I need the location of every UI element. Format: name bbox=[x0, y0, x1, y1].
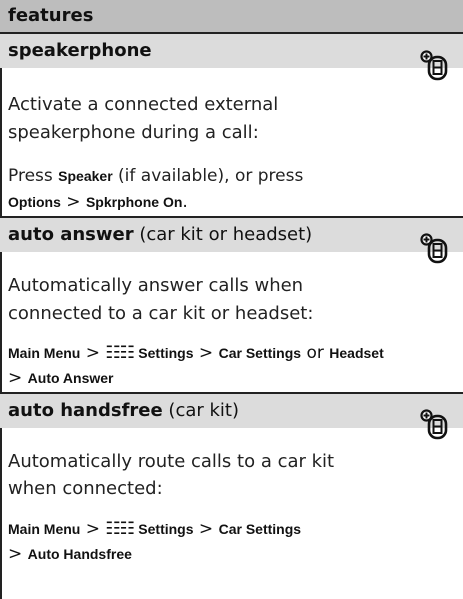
path-separator: > bbox=[60, 192, 86, 212]
phone-feature-icon bbox=[420, 50, 448, 81]
path-or: or bbox=[301, 343, 330, 363]
phone-feature-icon bbox=[420, 233, 448, 264]
left-rule bbox=[0, 34, 2, 599]
path-end: . bbox=[182, 192, 188, 212]
section-header-auto-handsfree: auto handsfree (car kit) bbox=[0, 394, 463, 428]
section-title: auto answer (car kit or headset) bbox=[8, 224, 312, 245]
path-separator: > bbox=[193, 343, 219, 363]
settings-icon: ☷☷ bbox=[105, 519, 139, 539]
desc-line: Activate a connected external bbox=[8, 94, 279, 115]
path-separator: > bbox=[8, 544, 28, 564]
section-title-bold: speakerphone bbox=[8, 40, 152, 61]
desc-line: when connected: bbox=[8, 478, 163, 499]
key-main-menu: Main Menu bbox=[8, 345, 81, 361]
key-auto-handsfree: Auto Handsfree bbox=[27, 546, 132, 562]
manual-page: features speakerphone Activate a connect… bbox=[0, 0, 463, 599]
path-separator: > bbox=[193, 519, 219, 539]
phone-feature-icon bbox=[420, 409, 448, 440]
key-speaker: Speaker bbox=[58, 168, 113, 184]
instr-text: Press bbox=[8, 166, 59, 186]
desc-line: speakerphone during a call: bbox=[8, 122, 259, 143]
menu-path: > Auto Answer bbox=[8, 366, 113, 390]
key-settings: Settings bbox=[138, 521, 194, 537]
key-auto-answer: Auto Answer bbox=[27, 370, 114, 386]
key-settings: Settings bbox=[138, 345, 194, 361]
section-title-bold: auto handsfree bbox=[8, 400, 163, 421]
section-title: auto handsfree (car kit) bbox=[8, 400, 239, 421]
key-car-settings: Car Settings bbox=[218, 521, 302, 537]
menu-path: Main Menu > ☷☷ Settings > Car Settings o… bbox=[8, 341, 384, 365]
desc-line: connected to a car kit or headset: bbox=[8, 303, 314, 324]
instr-text: (if available), or press bbox=[112, 166, 304, 186]
section-title-rest: (car kit or headset) bbox=[133, 224, 313, 245]
section-header-speakerphone: speakerphone bbox=[0, 34, 463, 68]
desc-line: Automatically route calls to a car kit bbox=[8, 451, 335, 472]
settings-icon: ☷☷ bbox=[105, 343, 139, 363]
page-header: features bbox=[0, 0, 463, 34]
section-title: speakerphone bbox=[8, 40, 152, 61]
menu-path: > Auto Handsfree bbox=[8, 542, 132, 566]
key-spkrphone-on: Spkrphone On bbox=[85, 194, 183, 210]
menu-path: Main Menu > ☷☷ Settings > Car Settings bbox=[8, 517, 301, 541]
key-headset: Headset bbox=[329, 345, 384, 361]
path-separator: > bbox=[80, 519, 106, 539]
path-separator: > bbox=[8, 368, 28, 388]
section-header-auto-answer: auto answer (car kit or headset) bbox=[0, 218, 463, 252]
instruction-path: Options > Spkrphone On. bbox=[8, 190, 188, 214]
path-separator: > bbox=[80, 343, 106, 363]
desc-line: Automatically answer calls when bbox=[8, 275, 304, 296]
section-title-rest: (car kit) bbox=[162, 400, 240, 421]
key-car-settings: Car Settings bbox=[218, 345, 302, 361]
instruction-line: Press Speaker (if available), or press bbox=[8, 164, 303, 188]
header-title: features bbox=[8, 5, 94, 26]
key-main-menu: Main Menu bbox=[8, 521, 81, 537]
section-title-bold: auto answer bbox=[8, 224, 134, 245]
key-options: Options bbox=[8, 194, 61, 210]
